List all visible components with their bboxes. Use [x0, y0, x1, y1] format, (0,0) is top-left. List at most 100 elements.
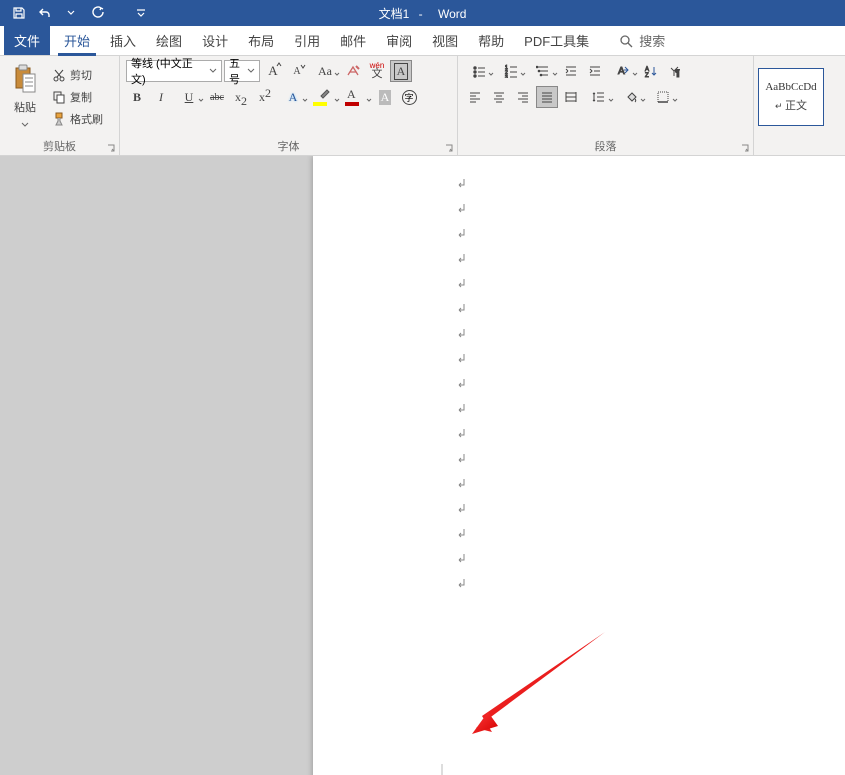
scissors-icon	[52, 68, 66, 82]
tab-file-label: 文件	[14, 31, 40, 50]
increase-indent-button[interactable]	[584, 60, 606, 82]
redo-icon[interactable]	[86, 2, 108, 24]
undo-icon[interactable]	[34, 2, 56, 24]
paint-bucket-icon	[624, 90, 638, 104]
paste-icon	[11, 61, 39, 97]
chevron-down-icon	[209, 65, 217, 77]
tab-insert-label: 插入	[110, 31, 136, 50]
group-paragraph: 123 A AZ ¶ 段落	[458, 56, 754, 155]
title-sep: -	[419, 7, 423, 21]
char-border-button[interactable]: A	[390, 60, 412, 82]
paragraph-launcher-icon[interactable]	[739, 142, 751, 154]
phonetic-guide-button[interactable]: wén文	[366, 60, 388, 82]
cut-label: 剪切	[70, 67, 92, 83]
borders-icon	[656, 90, 670, 104]
tab-mailings[interactable]: 邮件	[330, 26, 376, 55]
tab-help-label: 帮助	[478, 31, 504, 50]
subscript-button[interactable]: x2	[230, 86, 252, 108]
save-icon[interactable]	[8, 2, 30, 24]
group-clipboard: 粘贴 剪切 复制 格式刷 剪贴板	[0, 56, 120, 155]
ribbon: 粘贴 剪切 复制 格式刷 剪贴板	[0, 56, 845, 156]
multilevel-list-button[interactable]	[528, 60, 558, 82]
margin-corner-mark	[440, 762, 466, 775]
italic-button[interactable]: I	[150, 86, 172, 108]
tab-home[interactable]: 开始	[54, 26, 100, 55]
numbering-icon: 123	[504, 64, 518, 78]
tab-mailings-label: 邮件	[340, 31, 366, 50]
tab-insert[interactable]: 插入	[100, 26, 146, 55]
font-color-button[interactable]: A	[342, 86, 372, 108]
tab-layout[interactable]: 布局	[238, 26, 284, 55]
tab-review-label: 审阅	[386, 31, 412, 50]
tab-layout-label: 布局	[248, 31, 274, 50]
align-left-button[interactable]	[464, 86, 486, 108]
tab-view[interactable]: 视图	[422, 26, 468, 55]
font-size-value: 五号	[229, 55, 243, 87]
numbering-button[interactable]: 123	[496, 60, 526, 82]
window-title: 文档1 - Word	[379, 5, 467, 22]
bold-button[interactable]: B	[126, 86, 148, 108]
style-normal[interactable]: AaBbCcDd ↵ 正文	[758, 68, 824, 126]
tab-design[interactable]: 设计	[192, 26, 238, 55]
ribbon-tabs: 文件 开始 插入 绘图 设计 布局 引用 邮件 审阅 视图 帮助 PDF工具集 …	[0, 26, 845, 56]
chevron-down-icon	[21, 115, 29, 133]
qat-customize-icon[interactable]	[130, 2, 152, 24]
copy-label: 复制	[70, 89, 92, 105]
superscript-button[interactable]: x2	[254, 86, 276, 108]
sort-button[interactable]: AZ	[640, 60, 662, 82]
font-launcher-icon[interactable]	[443, 142, 455, 154]
tab-draw[interactable]: 绘图	[146, 26, 192, 55]
align-right-button[interactable]	[512, 86, 534, 108]
clear-formatting-button[interactable]	[342, 60, 364, 82]
style-name: ↵ 正文	[775, 97, 807, 113]
highlighter-icon	[318, 88, 332, 100]
shrink-font-button[interactable]: A	[286, 60, 308, 82]
quick-access-toolbar	[8, 2, 152, 24]
change-case-button[interactable]: Aa	[310, 60, 340, 82]
svg-text:¶: ¶	[675, 68, 680, 78]
style-preview: AaBbCcDd	[765, 81, 816, 93]
line-spacing-button[interactable]	[584, 86, 614, 108]
tab-review[interactable]: 审阅	[376, 26, 422, 55]
bullets-icon	[472, 64, 486, 78]
page-1[interactable]	[313, 156, 845, 775]
align-justify-button[interactable]	[536, 86, 558, 108]
tab-draw-label: 绘图	[156, 31, 182, 50]
grow-font-button[interactable]: A	[262, 60, 284, 82]
show-marks-button[interactable]: ¶	[664, 60, 686, 82]
decrease-indent-button[interactable]	[560, 60, 582, 82]
align-center-button[interactable]	[488, 86, 510, 108]
format-painter-button[interactable]: 格式刷	[48, 109, 107, 129]
tab-file[interactable]: 文件	[4, 26, 50, 55]
brush-icon	[52, 112, 66, 126]
enclose-char-button[interactable]: 字	[398, 86, 420, 108]
tab-references-label: 引用	[294, 31, 320, 50]
group-font-label: 字体	[120, 137, 457, 155]
font-name-combo[interactable]: 等线 (中文正文)	[126, 60, 222, 82]
paste-label: 粘贴	[14, 99, 36, 115]
tab-help[interactable]: 帮助	[468, 26, 514, 55]
tab-pdftools[interactable]: PDF工具集	[514, 26, 599, 55]
cut-button[interactable]: 剪切	[48, 65, 107, 85]
doc-name: 文档1	[379, 7, 410, 21]
paste-button[interactable]: 粘贴	[6, 59, 44, 135]
app-name: Word	[438, 7, 466, 21]
group-font: 等线 (中文正文) 五号 A A Aa wén文 A B I U abc x	[120, 56, 458, 155]
borders-button[interactable]	[648, 86, 678, 108]
search-box[interactable]: 搜索	[619, 26, 665, 55]
text-effects-button[interactable]: A	[278, 86, 308, 108]
undo-dropdown-icon[interactable]	[60, 2, 82, 24]
asian-layout-button[interactable]: A	[608, 60, 638, 82]
tab-references[interactable]: 引用	[284, 26, 330, 55]
char-shading-button[interactable]: A	[374, 86, 396, 108]
highlight-button[interactable]	[310, 86, 340, 108]
strikethrough-button[interactable]: abc	[206, 86, 228, 108]
shading-button[interactable]	[616, 86, 646, 108]
distributed-button[interactable]	[560, 86, 582, 108]
clipboard-launcher-icon[interactable]	[105, 142, 117, 154]
font-size-combo[interactable]: 五号	[224, 60, 260, 82]
document-area[interactable]	[0, 156, 845, 775]
underline-button[interactable]: U	[174, 86, 204, 108]
bullets-button[interactable]	[464, 60, 494, 82]
copy-button[interactable]: 复制	[48, 87, 107, 107]
